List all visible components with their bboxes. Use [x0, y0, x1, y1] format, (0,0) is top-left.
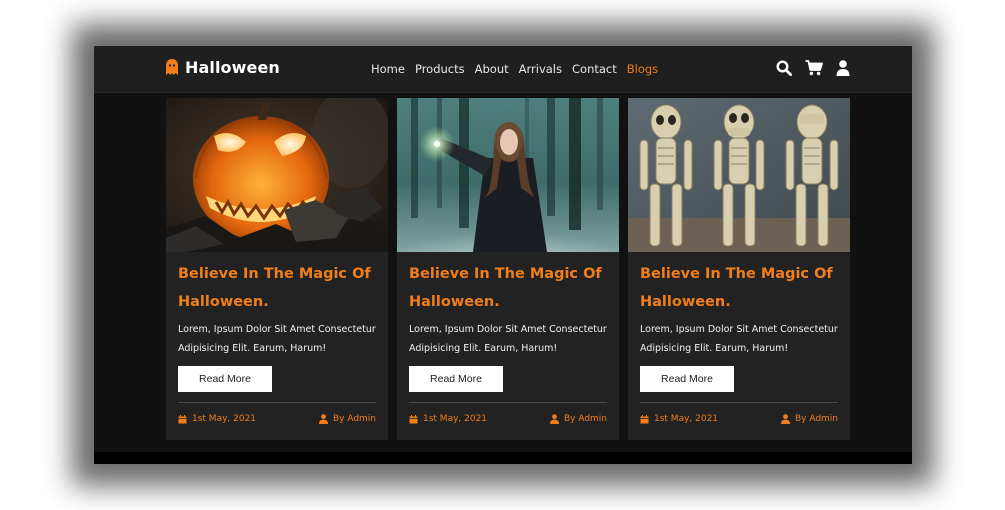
nav-about-link[interactable]: About [475, 62, 509, 76]
nav-products-link[interactable]: Products [415, 62, 465, 76]
user-icon[interactable] [836, 60, 850, 76]
user-icon [780, 414, 790, 424]
blog-card: Believe In The Magic Of Halloween. Lorem… [166, 98, 388, 440]
blog-card: Believe In The Magic Of Halloween. Lorem… [628, 98, 850, 440]
cart-icon[interactable] [805, 60, 823, 76]
card-title[interactable]: Believe In The Magic Of Halloween. [178, 261, 376, 316]
witch-in-forest-photo [397, 98, 619, 252]
post-author-text: By Admin [332, 414, 376, 424]
post-date: 1st May, 2021 [178, 414, 256, 424]
user-icon [318, 414, 328, 424]
card-title[interactable]: Believe In The Magic Of Halloween. [409, 261, 607, 316]
brand-name: Halloween [185, 58, 280, 77]
nav-blogs-link[interactable]: Blogs [627, 62, 658, 76]
card-body: Believe In The Magic Of Halloween. Lorem… [178, 261, 376, 392]
card-title[interactable]: Believe In The Magic Of Halloween. [640, 261, 838, 316]
post-date-text: 1st May, 2021 [654, 414, 719, 424]
browser-viewport: Halloween Home Products About Arrivals C… [94, 46, 912, 464]
read-more-button[interactable]: Read More [409, 366, 503, 392]
blog-card: Believe In The Magic Of Halloween. Lorem… [397, 98, 619, 440]
post-date: 1st May, 2021 [409, 414, 487, 424]
footer-edge [94, 452, 912, 464]
calendar-icon [640, 414, 649, 424]
post-author-text: By Admin [563, 414, 607, 424]
card-meta: 1st May, 2021 By Admin [409, 414, 607, 424]
read-more-button[interactable]: Read More [178, 366, 272, 392]
card-divider [409, 402, 607, 403]
post-date-text: 1st May, 2021 [192, 414, 257, 424]
nav-contact-link[interactable]: Contact [572, 62, 617, 76]
post-date-text: 1st May, 2021 [423, 414, 488, 424]
main-nav: Home Products About Arrivals Contact Blo… [371, 62, 658, 76]
card-excerpt: Lorem, Ipsum Dolor Sit Amet Consectetur … [409, 324, 607, 354]
calendar-icon [178, 414, 187, 424]
blog-card-list: Believe In The Magic Of Halloween. Lorem… [166, 98, 850, 440]
nav-icon-group [776, 60, 850, 76]
post-date: 1st May, 2021 [640, 414, 718, 424]
search-icon[interactable] [776, 60, 792, 76]
card-meta: 1st May, 2021 By Admin [178, 414, 376, 424]
nav-home-link[interactable]: Home [371, 62, 405, 76]
card-body: Believe In The Magic Of Halloween. Lorem… [640, 261, 838, 392]
ghost-icon [165, 59, 179, 76]
card-excerpt: Lorem, Ipsum Dolor Sit Amet Consectetur … [640, 324, 838, 354]
pumpkin-photo [166, 98, 388, 252]
card-excerpt: Lorem, Ipsum Dolor Sit Amet Consectetur … [178, 324, 376, 354]
post-author-text: By Admin [794, 414, 838, 424]
card-meta: 1st May, 2021 By Admin [640, 414, 838, 424]
read-more-button[interactable]: Read More [640, 366, 734, 392]
post-author[interactable]: By Admin [780, 414, 838, 424]
post-author[interactable]: By Admin [549, 414, 607, 424]
card-divider [640, 402, 838, 403]
navbar: Halloween Home Products About Arrivals C… [94, 46, 912, 93]
nav-arrivals-link[interactable]: Arrivals [519, 62, 562, 76]
card-divider [178, 402, 376, 403]
brand-logo[interactable]: Halloween [165, 58, 280, 77]
calendar-icon [409, 414, 418, 424]
post-author[interactable]: By Admin [318, 414, 376, 424]
user-icon [549, 414, 559, 424]
three-skeletons-photo [628, 98, 850, 252]
card-body: Believe In The Magic Of Halloween. Lorem… [409, 261, 607, 392]
